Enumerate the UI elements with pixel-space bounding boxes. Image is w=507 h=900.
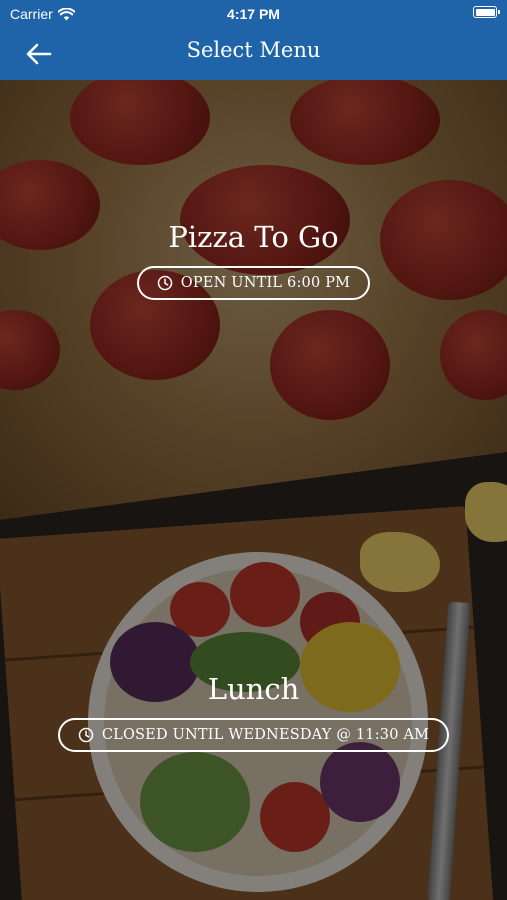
image-overlay xyxy=(0,80,507,520)
menu-card-lunch[interactable]: Lunch CLOSED UNTIL WEDNESDAY @ 11:30 AM xyxy=(0,452,507,900)
hours-badge: OPEN UNTIL 6:00 PM xyxy=(136,266,371,300)
page-title: Select Menu xyxy=(186,38,321,62)
clock-icon xyxy=(78,727,94,743)
status-time: 4:17 PM xyxy=(227,6,280,22)
status-bar: Carrier 4:17 PM xyxy=(0,0,507,28)
menu-card-pizza-to-go[interactable]: Pizza To Go OPEN UNTIL 6:00 PM xyxy=(0,80,507,520)
screen: Carrier 4:17 PM Select Menu Pizza To Go … xyxy=(0,0,507,900)
menu-card-content: Pizza To Go OPEN UNTIL 6:00 PM xyxy=(0,220,507,300)
menu-card-content: Lunch CLOSED UNTIL WEDNESDAY @ 11:30 AM xyxy=(0,672,507,752)
nav-bar: Select Menu xyxy=(0,28,507,80)
menu-title: Pizza To Go xyxy=(168,220,339,254)
hours-badge: CLOSED UNTIL WEDNESDAY @ 11:30 AM xyxy=(57,718,450,752)
app-header: Carrier 4:17 PM Select Menu xyxy=(0,0,507,80)
clock-icon xyxy=(157,275,173,291)
menu-title: Lunch xyxy=(207,672,300,706)
hours-text: CLOSED UNTIL WEDNESDAY @ 11:30 AM xyxy=(101,727,430,743)
battery-icon xyxy=(473,6,500,18)
hours-text: OPEN UNTIL 6:00 PM xyxy=(180,275,351,291)
